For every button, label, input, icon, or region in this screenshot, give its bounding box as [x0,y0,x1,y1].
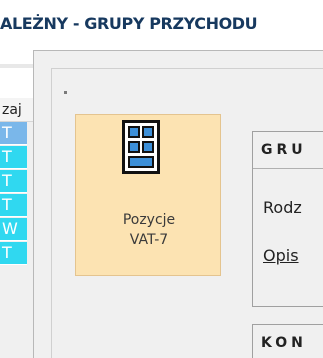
grid-cell[interactable]: T [0,146,27,169]
type-field-label: Rodz [263,198,302,217]
group-separator [253,168,323,169]
second-group-panel: KON [252,324,323,358]
grid-cell-selected[interactable]: T [0,122,27,145]
vat7-positions-label: Pozycje VAT-7 [76,210,222,250]
vat7-label-line1: Pozycje [122,212,176,228]
window-title: ALEŻNY - GRUPY PRZYCHODU [0,14,258,33]
grid-cell[interactable]: T [0,194,27,217]
grid-top-area [0,50,33,98]
description-field-label: Opis [263,246,299,265]
group-panel-title: GRU [261,142,307,158]
resize-grip [64,91,67,94]
vat-document-icon [122,120,160,174]
background-grid: zaj T T T T W T [0,50,33,358]
grid-cell[interactable]: T [0,242,27,265]
grid-cell[interactable]: T [0,170,27,193]
window-title-bar: ALEŻNY - GRUPY PRZYCHODU [0,0,323,50]
vat7-positions-button[interactable]: Pozycje VAT-7 [75,114,221,276]
grid-cell[interactable]: W [0,218,27,241]
grid-column-header[interactable]: zaj [0,98,33,122]
second-group-title: KON [261,335,307,351]
vat7-label-line2: VAT-7 [129,232,169,248]
group-panel: GRU Rodz Opis [252,131,323,307]
grid-separator [0,64,33,68]
